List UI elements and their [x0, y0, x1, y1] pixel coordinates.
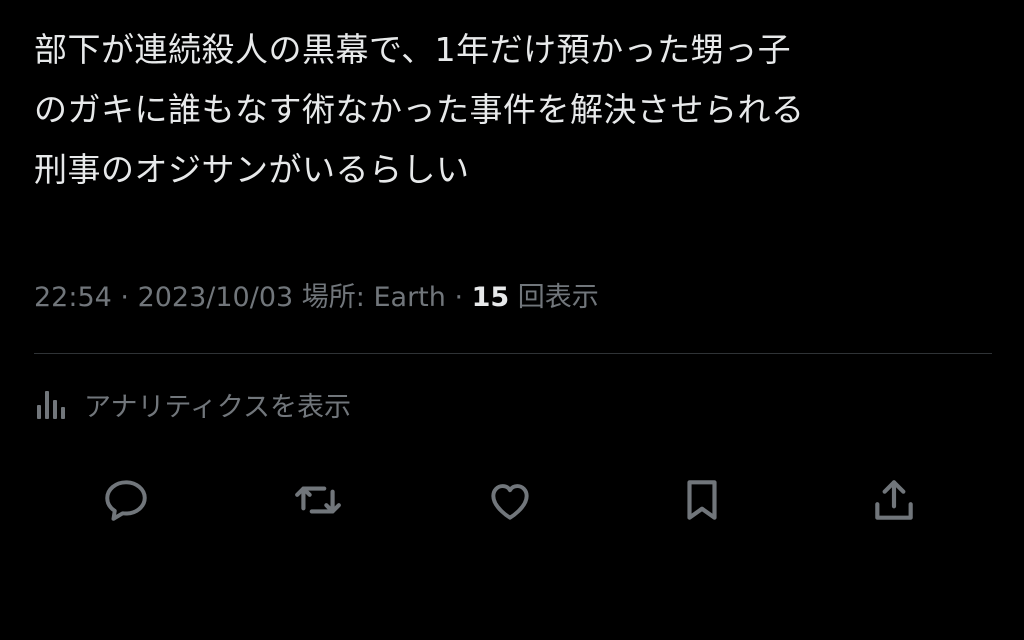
tweet-date[interactable]: 2023/10/03	[138, 282, 294, 313]
tweet-meta: 22:54 · 2023/10/03 場所: Earth · 15 回表示	[34, 276, 599, 320]
tweet-text-line: 部下が連続殺人の黒幕で、1年だけ預かった甥っ子	[34, 30, 792, 69]
tweet-location[interactable]: 場所: Earth	[302, 282, 446, 313]
tweet-text: 部下が連続殺人の黒幕で、1年だけ預かった甥っ子 のガキに誰もなす術なかった事件を…	[34, 20, 1004, 200]
tweet-text-line: のガキに誰もなす術なかった事件を解決させられる	[34, 90, 805, 129]
retweet-icon	[295, 486, 341, 514]
bookmark-icon	[687, 480, 717, 520]
views-label: 回表示	[517, 282, 599, 313]
views-count: 15	[471, 282, 510, 313]
analytics-label: アナリティクスを表示	[84, 391, 352, 423]
view-analytics-link[interactable]: アナリティクスを表示	[34, 382, 351, 426]
action-bar	[0, 468, 1024, 532]
like-button[interactable]	[482, 468, 538, 532]
share-icon	[875, 480, 913, 520]
share-button[interactable]	[866, 468, 922, 532]
bar-chart-icon	[34, 382, 70, 426]
like-icon	[491, 484, 529, 520]
tweet-time[interactable]: 22:54	[34, 282, 112, 313]
meta-separator: ·	[445, 282, 472, 313]
reply-icon	[105, 480, 147, 521]
meta-separator: ·	[111, 282, 138, 313]
reply-button[interactable]	[98, 468, 154, 532]
retweet-button[interactable]	[290, 468, 346, 532]
divider	[34, 353, 992, 354]
bookmark-button[interactable]	[674, 468, 730, 532]
tweet-text-line: 刑事のオジサンがいるらしい	[34, 150, 470, 189]
